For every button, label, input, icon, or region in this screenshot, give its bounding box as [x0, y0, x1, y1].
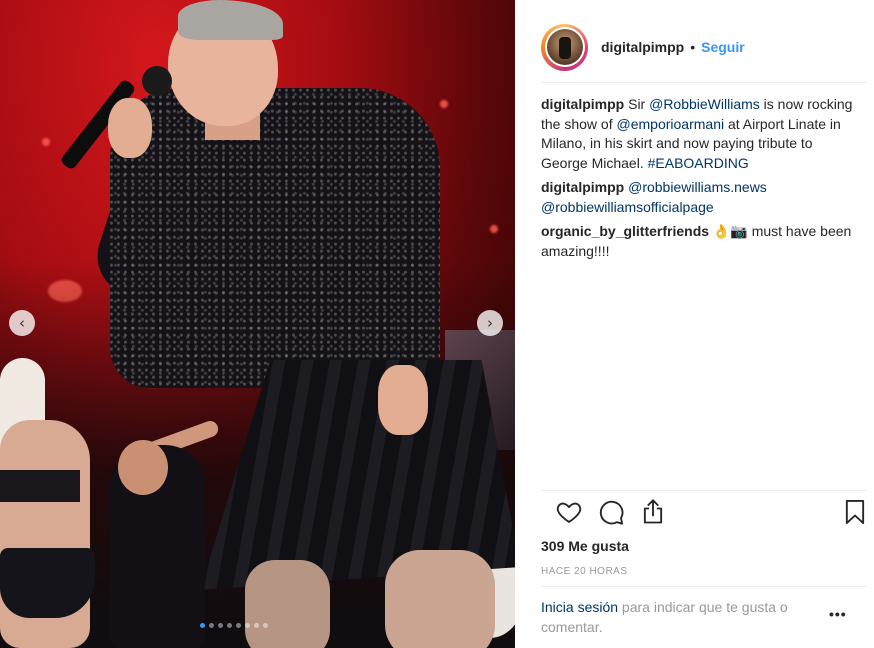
bookmark-icon[interactable] — [841, 498, 871, 528]
carousel-dot — [200, 623, 205, 628]
post-photo[interactable]: ‹ › — [0, 0, 515, 648]
carousel-dot — [263, 623, 268, 628]
follow-button[interactable]: Seguir — [701, 39, 745, 55]
share-icon[interactable] — [639, 498, 669, 528]
instagram-post: ‹ › digitalpimpp • Seguir digitalpimpp S… — [0, 0, 874, 648]
singer-hair — [178, 0, 283, 40]
hashtag-link[interactable]: #EABOARDING — [648, 155, 749, 171]
carousel-prev-button[interactable]: ‹ — [9, 310, 35, 336]
caption-username[interactable]: digitalpimpp — [541, 96, 624, 112]
dancer-head — [118, 440, 168, 495]
mention-link[interactable]: @RobbieWilliams — [649, 96, 760, 112]
separator-dot: • — [690, 39, 696, 55]
carousel-next-button[interactable]: › — [477, 310, 503, 336]
dancer-strap — [0, 470, 80, 502]
singer-hand — [108, 98, 152, 158]
avatar[interactable] — [541, 23, 588, 71]
comment-item: organic_by_glitterfriends 👌📷 must have b… — [541, 222, 853, 261]
divider — [541, 490, 867, 492]
stage-light — [42, 138, 50, 146]
comment-username[interactable]: digitalpimpp — [541, 179, 624, 195]
post-header: digitalpimpp • Seguir — [541, 12, 867, 83]
comment-icon[interactable] — [597, 498, 627, 528]
comment-username[interactable]: organic_by_glitterfriends — [541, 223, 709, 239]
login-prompt: Inicia sesión para indicar que te gusta … — [541, 597, 821, 637]
singer-leg — [245, 560, 330, 648]
carousel-dot — [236, 623, 241, 628]
comment-item: digitalpimpp @robbiewilliams.news @robbi… — [541, 178, 853, 217]
likes-count[interactable]: 309 Me gusta — [541, 538, 629, 554]
post-timestamp: HACE 20 HORAS — [541, 566, 628, 577]
carousel-dot — [218, 623, 223, 628]
login-link[interactable]: Inicia sesión — [541, 599, 618, 615]
mention-link[interactable]: @emporioarmani — [617, 116, 725, 132]
stage-light — [440, 100, 448, 108]
dancer-shorts — [0, 548, 95, 618]
caption: digitalpimpp Sir @RobbieWilliams is now … — [541, 95, 853, 173]
carousel-dot — [209, 623, 214, 628]
carousel-dot — [227, 623, 232, 628]
carousel-dot — [254, 623, 259, 628]
mention-link[interactable]: @robbiewilliams.news — [628, 179, 767, 195]
singer-leg — [385, 550, 495, 648]
more-options-button[interactable]: ••• — [829, 606, 847, 622]
mention-link[interactable]: @robbiewilliamsofficialpage — [541, 199, 714, 215]
microphone-head — [142, 66, 172, 96]
caption-text: Sir — [628, 96, 650, 112]
stage-light — [490, 225, 498, 233]
action-bar — [541, 498, 867, 530]
singer-hand — [378, 365, 428, 435]
avatar-image — [546, 29, 583, 65]
post-username[interactable]: digitalpimpp — [601, 39, 684, 55]
carousel-dots — [200, 623, 268, 628]
heart-icon[interactable] — [555, 498, 585, 528]
divider — [541, 586, 867, 587]
carousel-dot — [245, 623, 250, 628]
comments-list: digitalpimpp Sir @RobbieWilliams is now … — [541, 95, 853, 266]
sequin-jacket — [110, 88, 440, 388]
